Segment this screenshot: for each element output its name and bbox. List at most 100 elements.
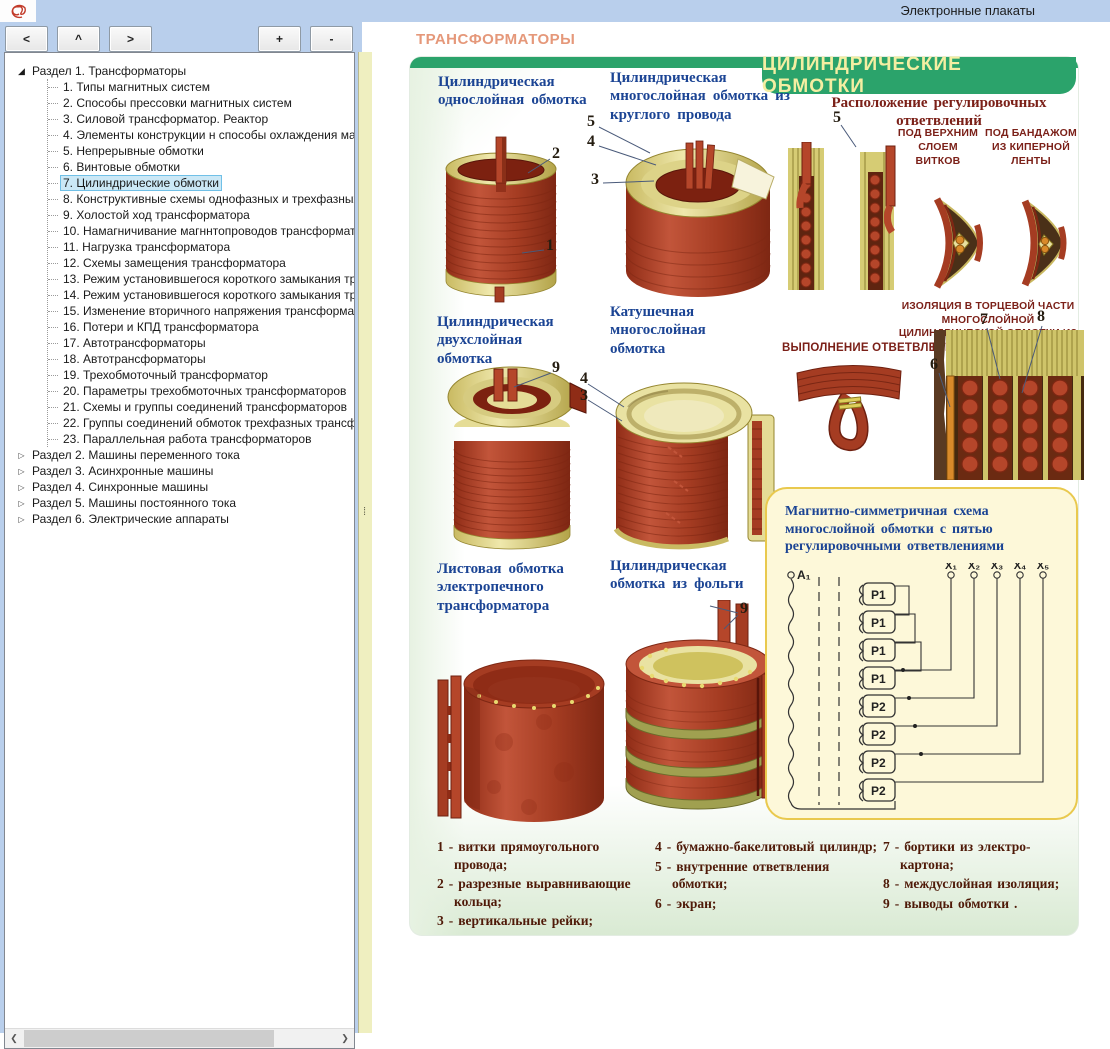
- svg-text:P1: P1: [871, 672, 886, 686]
- multilayer-winding-figure: [620, 137, 775, 310]
- app-title: Электронные плакаты: [900, 3, 1035, 18]
- tree-section-4[interactable]: ▷ Раздел 4. Синхронные машины: [11, 479, 354, 495]
- tree-item[interactable]: 16. Потери и КПД трансформатора: [48, 319, 354, 335]
- callout: 6: [930, 356, 938, 374]
- tree-collapsed-icon[interactable]: ▷: [16, 467, 27, 476]
- legend-item: 5 - внутренние ответвления обмотки;: [655, 858, 883, 893]
- tree-item[interactable]: 1. Типы магнитных систем: [48, 79, 354, 95]
- legend-item: 1 - витки прямоугольного провода;: [437, 838, 655, 873]
- tree-collapsed-icon[interactable]: ▷: [16, 451, 27, 460]
- forward-button[interactable]: >: [109, 26, 152, 52]
- callout: 9: [552, 359, 560, 377]
- scroll-right-icon[interactable]: ❯: [336, 1029, 354, 1048]
- tree-collapsed-icon[interactable]: ▷: [16, 483, 27, 492]
- tree-item[interactable]: 9. Холостой ход трансформатора: [48, 207, 354, 223]
- tree-collapsed-icon[interactable]: ▷: [16, 499, 27, 508]
- two-layer-winding-figure: [430, 357, 600, 560]
- callout: 5: [833, 109, 841, 127]
- tree-item[interactable]: 15. Изменение вторичного напряжения тран…: [48, 303, 354, 319]
- up-button[interactable]: ^: [57, 26, 100, 52]
- callout: 9: [740, 600, 748, 618]
- legend-item: 6 - экран;: [655, 895, 883, 913]
- tree-section-1-children: 1. Типы магнитных систем 2. Способы прес…: [47, 79, 354, 447]
- svg-text:P2: P2: [871, 700, 886, 714]
- single-layer-heading: Цилиндрическая однослойная обмотка: [438, 73, 590, 110]
- legend-item: 8 - междуслойная изоляция;: [883, 875, 1067, 893]
- svg-text:X₁: X₁: [945, 563, 957, 572]
- svg-text:P1: P1: [871, 644, 886, 658]
- taps-sub2: ПОД БАНДАЖОМ ИЗ КИПЕРНОЙ ЛЕНТЫ: [984, 127, 1078, 169]
- coil-multilayer-heading: Катушечная многослойная обмотка: [610, 303, 762, 358]
- svg-text:P1: P1: [871, 588, 886, 602]
- horizontal-scrollbar[interactable]: ❮ ❯: [5, 1028, 354, 1048]
- tree-item[interactable]: 4. Элементы конструкции н способы охлажд…: [48, 127, 354, 143]
- callout: 2: [552, 145, 560, 163]
- tree-item[interactable]: 14. Режим установившегося короткого замы…: [48, 287, 354, 303]
- svg-text:P2: P2: [871, 756, 886, 770]
- tree-item[interactable]: 21. Схемы и группы соединений трансформа…: [48, 399, 354, 415]
- tree-item[interactable]: 5. Непрерывные обмотки: [48, 143, 354, 159]
- tap-execution-figure: [793, 357, 905, 462]
- category-title: ТРАНСФОРМАТОРЫ: [416, 31, 575, 48]
- callout: 4: [580, 370, 588, 388]
- app-logo-icon: [9, 3, 27, 19]
- callout: 1: [546, 237, 554, 255]
- tree-item[interactable]: 10. Намагничивание магннтопроводов транс…: [48, 223, 354, 239]
- tree-section-label: Раздел 3. Асинхронные машины: [32, 464, 213, 478]
- tree-item[interactable]: 8. Конструктивные схемы однофазных и тре…: [48, 191, 354, 207]
- tap-strips-figure: [788, 142, 923, 295]
- svg-text:X₃: X₃: [991, 563, 1003, 572]
- legend-item: 2 - разрезные выравнивающие кольца;: [437, 875, 655, 910]
- tree-expanded-icon[interactable]: ◢: [16, 66, 27, 77]
- legend-item: 7 - бортики из электро- картона;: [883, 838, 1067, 873]
- collapse-all-button[interactable]: -: [310, 26, 353, 52]
- titlebar: Электронные плакаты: [0, 0, 1110, 22]
- legend-item: 3 - вертикальные рейки;: [437, 912, 655, 930]
- svg-text:P2: P2: [871, 728, 886, 742]
- tree-item-selected[interactable]: 7. Цилиндрические обмотки: [48, 175, 354, 191]
- tree-collapsed-icon[interactable]: ▷: [16, 515, 27, 524]
- tree-item[interactable]: 20. Параметры трехобмоточных трансформат…: [48, 383, 354, 399]
- tree-item[interactable]: 13. Режим установившегося короткого замы…: [48, 271, 354, 287]
- tree-item[interactable]: 19. Трехобмоточный трансформатор: [48, 367, 354, 383]
- tree-item[interactable]: 2. Способы прессовки магнитных систем: [48, 95, 354, 111]
- tree-item[interactable]: 6. Винтовые обмотки: [48, 159, 354, 175]
- tree-item[interactable]: 22. Группы соединений обмоток трехфазных…: [48, 415, 354, 431]
- tree-section-1[interactable]: ◢ Раздел 1. Трансформаторы: [11, 63, 354, 79]
- scroll-left-icon[interactable]: ❮: [5, 1029, 23, 1048]
- legend-item: 9 - выводы обмотки .: [883, 895, 1067, 913]
- back-button[interactable]: <: [5, 26, 48, 52]
- poster-title: ЦИЛИНДРИЧЕСКИЕ ОБМОТКИ: [762, 54, 1076, 98]
- tree-item[interactable]: 3. Силовой трансформатор. Реактор: [48, 111, 354, 127]
- expand-all-button[interactable]: +: [258, 26, 301, 52]
- tree-section-5[interactable]: ▷ Раздел 5. Машины постоянного тока: [11, 495, 354, 511]
- tree-section-label: Раздел 1. Трансформаторы: [32, 64, 186, 78]
- svg-text:A₁: A₁: [797, 568, 811, 582]
- svg-text:X₂: X₂: [968, 563, 980, 572]
- shield-panel-figure: [934, 330, 1084, 485]
- tree-section-2[interactable]: ▷ Раздел 2. Машины переменного тока: [11, 447, 354, 463]
- poster: ЦИЛИНДРИЧЕСКИЕ ОБМОТКИ Цилиндрическая од…: [410, 57, 1078, 935]
- schematic-box: Магнитно-симметричная схема многослойной…: [765, 487, 1078, 820]
- end-insulation-figure: [925, 197, 1085, 294]
- poster-legend: 1 - витки прямоугольного провода; 2 - ра…: [437, 838, 1067, 932]
- callout: 8: [1037, 308, 1045, 326]
- poster-view: ТРАНСФОРМАТОРЫ ЦИЛИНДРИЧЕСКИЕ ОБМОТКИ Ци…: [372, 22, 1110, 1033]
- schematic-diagram: A₁ X₁ X₂ X₃ X₄ X₅ P1 P1 P1 P1 P2 P2 P2 P…: [775, 563, 1073, 815]
- navigation-pane: < ^ > + - ◢ Раздел 1. Трансформаторы 1. …: [0, 22, 362, 1033]
- callout: 5: [587, 113, 595, 131]
- legend-item: 4 - бумажно-бакелитовый цилиндр;: [655, 838, 883, 856]
- sheet-heading: Листовая обмотка электропечного трансфор…: [437, 560, 605, 615]
- single-layer-winding-figure: [436, 133, 571, 310]
- svg-text:X₄: X₄: [1014, 563, 1027, 572]
- tree-section-label: Раздел 4. Синхронные машины: [32, 480, 208, 494]
- svg-text:P1: P1: [871, 616, 886, 630]
- tree-section-3[interactable]: ▷ Раздел 3. Асинхронные машины: [11, 463, 354, 479]
- tree-item[interactable]: 17. Автотрансформаторы: [48, 335, 354, 351]
- tree-item[interactable]: 23. Параллельная работа трансформаторов: [48, 431, 354, 447]
- tree-item[interactable]: 12. Схемы замещения трансформатора: [48, 255, 354, 271]
- tree-item[interactable]: 11. Нагрузка трансформатора: [48, 239, 354, 255]
- tree-item[interactable]: 18. Автотрансформаторы: [48, 351, 354, 367]
- toc-tree: ◢ Раздел 1. Трансформаторы 1. Типы магни…: [5, 53, 354, 527]
- tree-section-6[interactable]: ▷ Раздел 6. Электрические аппараты: [11, 511, 354, 527]
